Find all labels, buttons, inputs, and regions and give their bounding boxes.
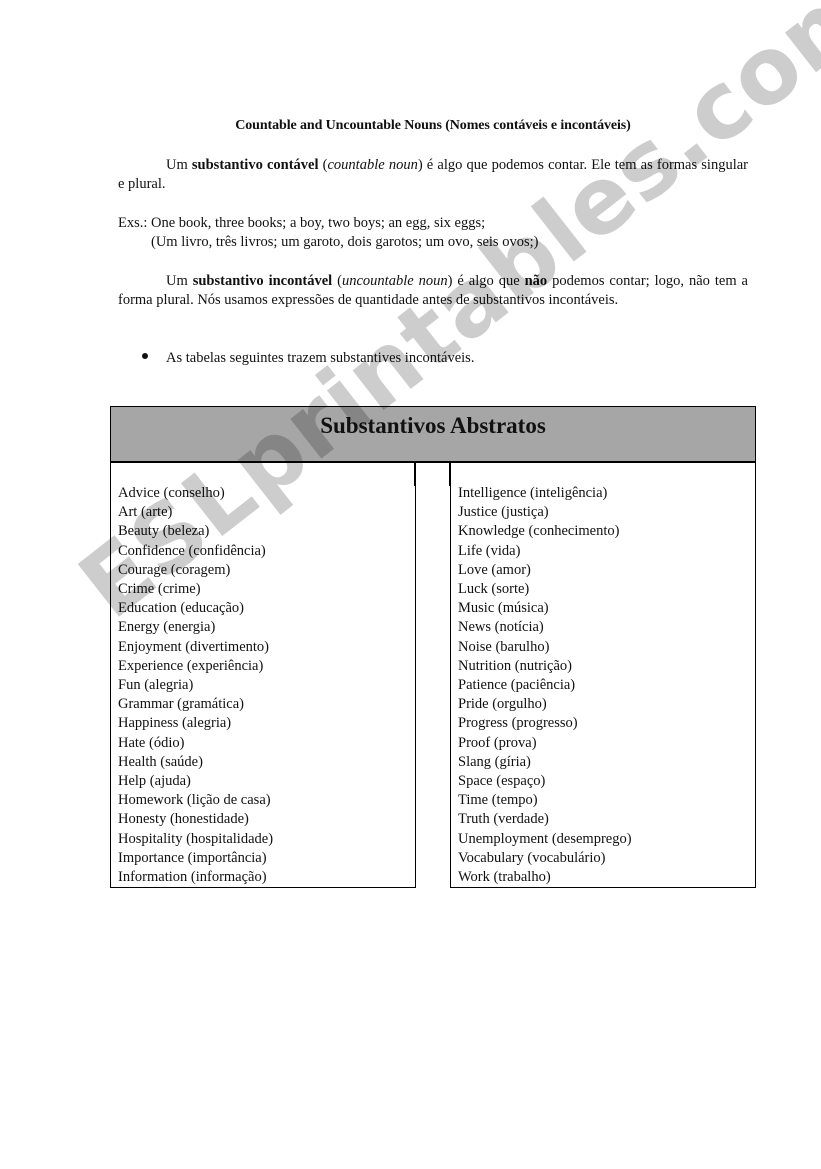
noun-list-item: Advice (conselho) (118, 485, 225, 501)
noun-list-item: Honesty (honestidade) (118, 811, 249, 828)
noun-list-item: Information (informação) (118, 869, 267, 886)
noun-list-item: Courage (coragem) (118, 561, 231, 578)
document-title: Countable and Uncountable Nouns (Nomes c… (235, 118, 631, 133)
bold-term: substantivo contável (191, 157, 319, 173)
noun-list-item: Vocabulary (vocabulário) (458, 849, 606, 866)
noun-list-item: Proof (prova) (458, 734, 537, 751)
table-header: Substantivos Abstratos (110, 406, 756, 463)
noun-list-item: Happiness (alegria) (118, 715, 232, 732)
bullet-item: As tabelas seguintes trazem substantives… (142, 349, 474, 368)
text: ) é algo que (447, 273, 525, 289)
noun-list-item: Beauty (beleza) (118, 523, 210, 540)
noun-list-item: Crime (crime) (118, 581, 201, 598)
noun-list-item: Enjoyment (divertimento) (118, 638, 270, 655)
right-noun-column: Intelligence (inteligência) Justice (just… (450, 462, 756, 888)
examples-block: Exs.: One book, three books; a boy, two … (118, 214, 538, 252)
noun-list-item: Hospitality (hospitalidade) (118, 830, 274, 847)
worksheet-page: Countable and Uncountable Nouns (Nomes c… (0, 0, 821, 1169)
noun-list-item: Homework (lição de casa) (118, 792, 271, 809)
noun-list-item: Truth (verdade) (458, 811, 549, 828)
italic-term: countable noun (327, 157, 418, 173)
noun-list-item: Life (vida) (458, 542, 521, 559)
noun-list-item: Progress (progresso) (458, 715, 578, 732)
right-noun-list: Intelligence (inteligência) Justice (just… (451, 463, 755, 887)
italic-term: uncountable noun (341, 273, 448, 289)
examples-line-portuguese: (Um livro, três livros; um garoto, dois … (151, 234, 539, 250)
noun-list-item: Justice (justiça) (458, 504, 549, 521)
noun-list-item: Energy (energia) (118, 619, 216, 636)
bullet-text: As tabelas seguintes trazem substantives… (166, 350, 475, 366)
bold-term: substantivo incontável (192, 273, 333, 289)
noun-list-item: Love (amor) (458, 561, 531, 578)
column-spacer (414, 462, 450, 486)
noun-list-item: Intelligence (inteligência) (458, 485, 608, 501)
text: Um (166, 273, 193, 289)
text: ( (318, 157, 328, 173)
noun-list-item: Art (arte) (118, 504, 173, 521)
left-noun-list: Advice (conselho) Art (arte) Beauty (belez… (111, 463, 415, 887)
noun-list-item: Importance (importância) (118, 849, 267, 866)
noun-list-item: Hate (ódio) (118, 734, 185, 751)
noun-list-item: Health (saúde) (118, 753, 203, 770)
noun-list-item: Time (tempo) (458, 792, 538, 809)
noun-list-item: Work (trabalho) (458, 869, 551, 886)
text: ( (332, 273, 342, 289)
noun-list-item: Luck (sorte) (458, 581, 530, 598)
noun-list-item: Experience (experiência) (118, 657, 264, 674)
noun-list-item: Help (ajuda) (118, 773, 191, 790)
noun-list-item: Music (música) (458, 600, 549, 617)
examples-line-english: Exs.: One book, three books; a boy, two … (118, 215, 486, 231)
noun-list-item: Knowledge (conhecimento) (458, 523, 620, 540)
text: Um (166, 157, 192, 173)
noun-list-item: Grammar (gramática) (118, 696, 244, 713)
noun-list-item: Noise (barulho) (458, 638, 550, 655)
noun-list-item: News (notícia) (458, 619, 544, 636)
noun-list-item: Confidence (confidência) (118, 542, 266, 559)
noun-list-item: Nutrition (nutrição) (458, 657, 572, 674)
noun-list-item: Pride (orgulho) (458, 696, 547, 713)
noun-list-item: Education (educação) (118, 600, 244, 617)
paragraph-countable: Um substantivo contável (countable noun)… (118, 156, 748, 194)
noun-list-item: Slang (gíria) (458, 753, 531, 770)
noun-list-item: Fun (alegria) (118, 677, 194, 694)
bold-word: não (524, 273, 548, 289)
bullet-icon (142, 353, 148, 359)
noun-list-item: Space (espaço) (458, 773, 546, 790)
noun-list-item: Unemployment (desemprego) (458, 830, 632, 847)
left-noun-column: Advice (conselho) Art (arte) Beauty (belez… (110, 462, 416, 888)
noun-list-item: Patience (paciência) (458, 677, 576, 694)
paragraph-uncountable: Um substantivo incontável (uncountable n… (118, 272, 748, 310)
